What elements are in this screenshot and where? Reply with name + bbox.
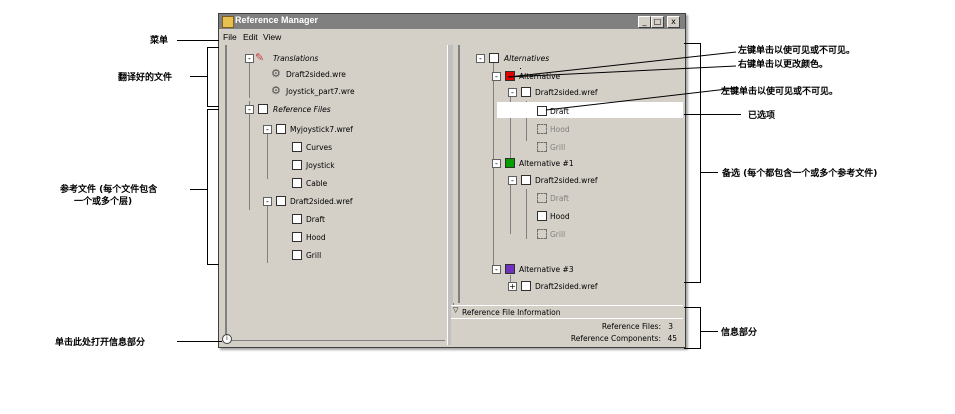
annotation-menu: 菜单 (150, 36, 169, 46)
minimize-button[interactable]: _ (638, 16, 651, 28)
left-tree-pane: - ✎ Translations ⚙ Draft2sided.wre ⚙ Joy… (228, 45, 446, 339)
alt2-file-name[interactable]: Draft2sided.wref (535, 176, 598, 185)
alt3-label[interactable]: Alternative #3 (519, 265, 574, 274)
layer-label: Grill (306, 251, 322, 260)
menu-file[interactable]: File (223, 32, 237, 42)
file1-checkbox[interactable] (276, 124, 286, 134)
annotation-right-click: 右键单击以更改颜色。 (738, 60, 829, 70)
translated-file-2[interactable]: Joystick_part7.wre (286, 87, 355, 96)
chevron-down-icon[interactable]: ▽ (453, 306, 458, 314)
expand-alt3-toggle[interactable]: - (492, 265, 501, 274)
layer-label: Draft (550, 194, 569, 203)
translations-label: Translations (273, 54, 319, 63)
alt2-label[interactable]: Alternative #1 (519, 159, 574, 168)
menu-view[interactable]: View (263, 32, 281, 42)
layer-label: Cable (306, 179, 328, 188)
window-title: Reference Manager (235, 15, 319, 25)
expand-alt2-toggle[interactable]: - (492, 159, 501, 168)
annotation-line (177, 40, 219, 41)
layer-checkbox[interactable] (537, 229, 547, 239)
left-pane-border (225, 45, 227, 340)
annotation-open-info: 单击此处打开信息部分 (55, 338, 146, 348)
layer-checkbox[interactable] (292, 142, 302, 152)
title-bar[interactable]: Reference Manager _ □ x (219, 14, 685, 29)
layer-checkbox[interactable] (537, 193, 547, 203)
ref-files-value: 3 (668, 322, 673, 331)
file1-name[interactable]: Myjoystick7.wref (290, 125, 353, 134)
annotation-info-section: 信息部分 (721, 328, 758, 338)
layer-label: Hood (306, 233, 326, 242)
expand-alt3-file-toggle[interactable]: + (508, 282, 517, 291)
translated-file-1[interactable]: Draft2sided.wre (286, 70, 346, 79)
annotation-alternatives: 备选 (每个都包含一个或多个参考文件) (722, 169, 878, 179)
alt2-file-checkbox[interactable] (521, 175, 531, 185)
alt3-color-swatch[interactable] (505, 264, 515, 274)
layer-label: Joystick (306, 161, 335, 170)
layer-label: Curves (306, 143, 333, 152)
menu-edit[interactable]: Edit (243, 32, 258, 42)
layer-checkbox[interactable] (292, 214, 302, 224)
alt3-file-checkbox[interactable] (521, 281, 531, 291)
annotation-left-click-1: 左键单击以使可见或不可见。 (738, 46, 856, 56)
annotation-selected: 已选项 (748, 111, 776, 121)
annotation-translated-files: 翻译好的文件 (118, 73, 173, 83)
maximize-button[interactable]: □ (651, 16, 664, 28)
layer-checkbox[interactable] (292, 232, 302, 242)
annotation-pointer-lines (507, 51, 737, 111)
left-pane-bottom-border (225, 340, 445, 341)
alternatives-checkbox[interactable] (489, 53, 499, 63)
gear-icon: ⚙ (271, 67, 281, 80)
ref-components-value: 45 (667, 334, 677, 343)
expand-file2-toggle[interactable]: - (263, 197, 272, 206)
gear-icon: ⚙ (271, 84, 281, 97)
app-icon (222, 16, 234, 28)
layer-label: Hood (550, 212, 570, 221)
close-button[interactable]: x (667, 16, 680, 28)
annotation-reference-files-2: 一个或多个层) (74, 197, 133, 207)
info-header[interactable]: Reference File Information (462, 308, 561, 317)
expand-alternatives-toggle[interactable]: - (476, 54, 485, 63)
expand-file1-toggle[interactable]: - (263, 125, 272, 134)
file2-name[interactable]: Draft2sided.wref (290, 197, 353, 206)
expand-translations-toggle[interactable]: - (245, 54, 254, 63)
layer-label: Draft (306, 215, 325, 224)
expand-alt2-file-toggle[interactable]: - (508, 176, 517, 185)
layer-checkbox[interactable] (292, 250, 302, 260)
annotation-left-click-2: 左键单击以使可见或不可见。 (721, 87, 839, 97)
expand-reference-files-toggle[interactable]: - (245, 105, 254, 114)
layer-label: Grill (550, 230, 566, 239)
layer-checkbox[interactable] (292, 178, 302, 188)
open-info-toggle[interactable]: i (222, 334, 232, 344)
ref-components-label: Reference Components: (570, 334, 661, 343)
info-section: ▽ Reference File Information Reference F… (451, 305, 683, 346)
file2-checkbox[interactable] (276, 196, 286, 206)
alt2-color-swatch[interactable] (505, 158, 515, 168)
ref-files-label: Reference Files: (601, 322, 661, 331)
alt3-file-name[interactable]: Draft2sided.wref (535, 282, 598, 291)
layer-checkbox[interactable] (292, 160, 302, 170)
reference-files-checkbox[interactable] (258, 104, 268, 114)
reference-files-label: Reference Files (273, 105, 331, 114)
layer-checkbox[interactable] (537, 211, 547, 221)
translations-icon: ✎ (255, 51, 265, 64)
menu-bar: File Edit View (219, 31, 685, 43)
